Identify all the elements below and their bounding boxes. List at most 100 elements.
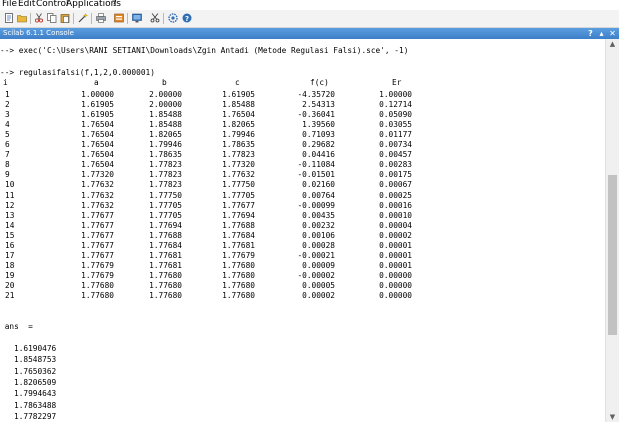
- table-cell: 0.05090: [379, 110, 412, 120]
- wand-icon: [78, 13, 88, 23]
- table-cell: 5: [5, 130, 10, 140]
- menu-control[interactable]: Control: [36, 0, 69, 10]
- table-cell: 0.04416: [302, 150, 335, 160]
- table-cell: 0.00283: [379, 160, 412, 170]
- table-cell: 0.00004: [379, 220, 412, 230]
- table-cell: -0.00021: [297, 250, 335, 260]
- table-cell: 0.00764: [302, 190, 335, 200]
- help-button[interactable]: ?: [181, 12, 193, 24]
- table-cell: 0.00002: [302, 291, 335, 300]
- toolbar: ?: [0, 10, 619, 28]
- ans-value: 1.7863488: [14, 400, 57, 410]
- cut-button[interactable]: [33, 12, 45, 24]
- console-title-bar: Scilab 6.1.1 Console ? ▴ ✕: [0, 28, 619, 39]
- table-cell: 1.61905: [81, 110, 114, 120]
- ans-value: 1.6190476: [14, 344, 57, 353]
- table-cell: 1.77684: [149, 240, 182, 250]
- copy-icon: [47, 13, 57, 23]
- table-cell: 1.77705: [149, 210, 182, 220]
- table-cell: 1.77677: [81, 230, 114, 240]
- ans-value: 1.7782297: [14, 411, 57, 421]
- table-cell: 1.77677: [81, 210, 114, 220]
- toolbar-separator: [163, 13, 164, 24]
- table-cell: 0.00457: [379, 150, 412, 160]
- table-cell: 1.00000: [379, 90, 412, 99]
- table-cell: 1.77694: [222, 210, 255, 220]
- table-cell: 1.77680: [222, 280, 255, 290]
- table-cell: 1: [5, 90, 10, 99]
- cut-icon: [34, 13, 44, 23]
- menu-file[interactable]: File: [2, 0, 17, 10]
- table-cell: 1.77750: [222, 180, 255, 190]
- open-file-button[interactable]: [16, 12, 28, 24]
- table-cell: -0.00002: [297, 270, 335, 280]
- table-cell: 1.77679: [81, 260, 114, 270]
- menu-edit[interactable]: Edit: [18, 0, 35, 10]
- table-cell: 7: [5, 150, 10, 160]
- table-cell: 0.02160: [302, 180, 335, 190]
- ans-value: 1.8548753: [14, 355, 57, 365]
- table-cell: 0.00106: [302, 230, 335, 240]
- copy-button[interactable]: [46, 12, 58, 24]
- variable-browser-icon: [132, 13, 142, 23]
- scroll-up-arrow-icon[interactable]: ▲: [606, 39, 619, 49]
- scroll-thumb[interactable]: [608, 174, 617, 335]
- window-undock-button[interactable]: ▴: [597, 28, 606, 39]
- settings-button[interactable]: [167, 12, 179, 24]
- new-script-button[interactable]: [3, 12, 15, 24]
- table-cell: 0.71093: [302, 130, 335, 140]
- table-cell: 0.00000: [379, 280, 412, 290]
- table-cell: 1.77684: [222, 230, 255, 240]
- ans-label: ans =: [0, 322, 33, 331]
- table-cell: 0.00016: [379, 200, 412, 210]
- table-cell: -4.35720: [297, 90, 335, 99]
- open-file-icon: [17, 15, 27, 23]
- table-cell: 0.00734: [379, 140, 412, 150]
- table-cell: 1.77823: [222, 150, 255, 160]
- exec-command-line: --> exec('C:\Users\RANI SETIANI\Download…: [0, 46, 409, 55]
- vertical-scrollbar[interactable]: ▲ ▼: [605, 39, 619, 422]
- table-cell: 14: [5, 220, 15, 230]
- table-cell: 8: [5, 160, 10, 170]
- table-cell: 1.00000: [81, 90, 114, 99]
- menu-help[interactable]: ?: [112, 0, 117, 10]
- table-cell: 1.77680: [81, 280, 114, 290]
- table-cell: 1.77688: [222, 220, 255, 230]
- console-output[interactable]: --> exec('C:\Users\RANI SETIANI\Download…: [0, 39, 605, 422]
- table-cell: 0.00010: [379, 210, 412, 220]
- table-cell: 1.77680: [222, 260, 255, 270]
- table-cell: 1.39560: [302, 120, 335, 130]
- table-cell: 0.03055: [379, 120, 412, 130]
- table-cell: 2.54313: [302, 100, 335, 110]
- scroll-down-arrow-icon[interactable]: ▼: [606, 412, 619, 422]
- table-cell: 1.77680: [149, 270, 182, 280]
- table-cell: 0.00067: [379, 180, 412, 190]
- paste-button[interactable]: [59, 12, 71, 24]
- table-cell: 1.77823: [149, 180, 182, 190]
- table-cell: 1.77677: [81, 240, 114, 250]
- table-cell: 1.76504: [222, 110, 255, 120]
- table-cell: 1.77632: [81, 180, 114, 190]
- table-cell: 1.85488: [149, 110, 182, 120]
- table-cell: 1.77750: [149, 190, 182, 200]
- table-cell: 1.77680: [222, 270, 255, 280]
- table-cell: 1.77705: [149, 200, 182, 210]
- table-cell: 1.77677: [81, 250, 114, 260]
- table-cell: 1.77681: [222, 240, 255, 250]
- print-preview-button[interactable]: [113, 12, 125, 24]
- wand-button[interactable]: [77, 12, 89, 24]
- scissors-icon: [150, 13, 160, 23]
- table-header-cell: Er: [392, 78, 402, 87]
- variable-browser-button[interactable]: [131, 12, 143, 24]
- print-button[interactable]: [95, 12, 107, 24]
- scissors-button[interactable]: [149, 12, 161, 24]
- table-cell: 0.00005: [302, 280, 335, 290]
- window-close-button[interactable]: ✕: [608, 28, 617, 39]
- table-cell: 20: [5, 280, 15, 290]
- table-cell: 0.00175: [379, 170, 412, 180]
- table-cell: 1.77694: [149, 220, 182, 230]
- table-cell: 21: [5, 291, 15, 300]
- window-help-button[interactable]: ?: [586, 28, 595, 39]
- table-cell: 0.00028: [302, 240, 335, 250]
- table-cell: 1.77681: [149, 260, 182, 270]
